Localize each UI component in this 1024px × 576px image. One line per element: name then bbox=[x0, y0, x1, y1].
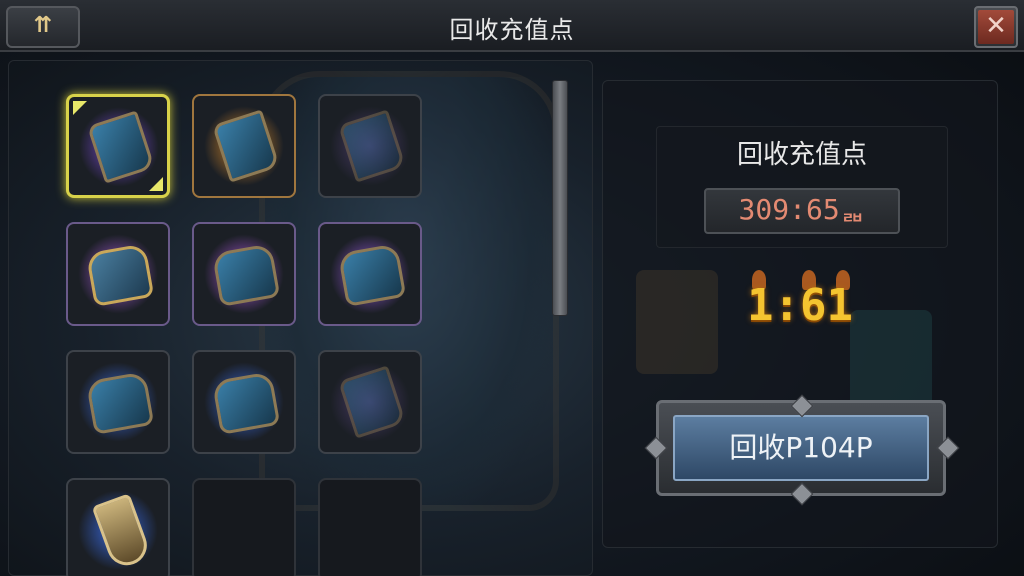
inventory-slot-11[interactable] bbox=[192, 478, 296, 576]
inventory-slot-8[interactable] bbox=[192, 350, 296, 454]
blue-chest-armor-icon bbox=[85, 371, 155, 435]
inventory-slot-1[interactable] bbox=[66, 94, 170, 198]
inventory-slot-9[interactable] bbox=[318, 350, 422, 454]
card-background-art bbox=[636, 270, 718, 374]
inventory-slot-3[interactable] bbox=[318, 94, 422, 198]
inventory-slot-10[interactable] bbox=[66, 478, 170, 576]
gold-chest-armor-icon bbox=[85, 243, 155, 307]
blue-chest-armor-icon bbox=[211, 243, 281, 307]
title-bar: ⇈ 回收充值点 ✕ bbox=[0, 0, 1024, 52]
recycle-button-label: 回收P104P bbox=[673, 415, 929, 481]
inventory-slot-4[interactable] bbox=[66, 222, 170, 326]
close-icon: ✕ bbox=[978, 10, 1014, 44]
inventory-slot-2[interactable] bbox=[192, 94, 296, 198]
inventory-slot-7[interactable] bbox=[66, 350, 170, 454]
exchange-ratio: 1:61 bbox=[747, 280, 853, 331]
inventory-scrollbar[interactable] bbox=[552, 80, 568, 316]
close-button[interactable]: ✕ bbox=[974, 6, 1018, 48]
blue-chest-armor-icon bbox=[211, 371, 281, 435]
inventory-slot-12[interactable] bbox=[318, 478, 422, 576]
inventory-slot-5[interactable] bbox=[192, 222, 296, 326]
blue-chest-armor-icon bbox=[337, 243, 407, 307]
inventory-slot-6[interactable] bbox=[318, 222, 422, 326]
points-label: 回收充值点 bbox=[736, 140, 867, 170]
card-background-art bbox=[850, 310, 932, 414]
game-window: ⇈ 回收充值点 ✕ 回收充值点 309:65ᆲ 1:61 回收P104P bbox=[0, 0, 1024, 576]
selection-corner-icon bbox=[149, 177, 163, 191]
points-value: 309:65ᆲ bbox=[704, 188, 900, 234]
window-title: 回收充值点 bbox=[449, 16, 575, 44]
selection-corner-icon bbox=[73, 101, 87, 115]
